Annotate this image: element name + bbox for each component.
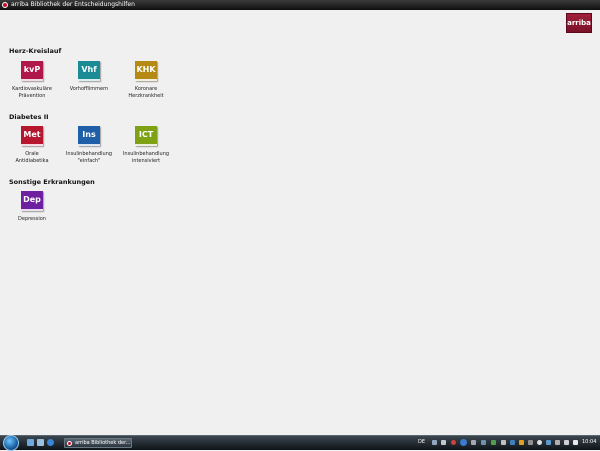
tray-network-icon[interactable] [471,440,476,445]
kvp-icon: kvP [21,61,43,81]
switch-windows-icon[interactable] [37,439,44,446]
tray-chevron-icon[interactable] [501,440,506,445]
tile-ins[interactable]: Ins Insulinbehandlung "einfach" [59,126,119,164]
start-button[interactable] [3,435,19,451]
tray-update-icon[interactable] [460,439,467,446]
tile-label: Orale Antidiabetika [15,151,49,164]
khk-icon: KHK [135,61,157,81]
ins-icon: Ins [78,126,100,146]
ict-icon: ICT [135,126,157,146]
tray-printer-icon[interactable] [481,440,486,445]
tray-keyboard-icon[interactable] [432,440,437,445]
main-content: arriba Herz-Kreislauf Diabetes II Sonsti… [0,10,600,435]
tray-clock-icon[interactable] [537,440,542,445]
tile-vhf[interactable]: Vhf Vorhofflimmern [59,61,119,93]
tray-device-icon[interactable] [491,440,496,445]
tile-label: Insulinbehandlung "einfach" [65,151,113,164]
section-title-diabetes: Diabetes II [9,113,49,121]
tile-dep[interactable]: Dep Depression [2,191,62,223]
arriba-task-icon [67,440,72,446]
tile-label: Vorhofflimmern [69,86,109,92]
tile-label: Depression [18,216,46,222]
vhf-icon: Vhf [78,61,100,81]
window-titlebar[interactable]: arriba Bibliothek der Entscheidungshilfe… [0,0,600,10]
tray-security-icon[interactable] [451,440,456,445]
tray-wifi-icon[interactable] [564,440,569,445]
tile-met[interactable]: Met Orale Antidiabetika [2,126,62,164]
tile-ict[interactable]: ICT Insulinbehandlung intensiviert [116,126,176,164]
tile-kvp[interactable]: kvP Kardiovaskuläre Prävention [2,61,62,99]
tray-app-icon[interactable] [441,440,446,445]
tray-battery-icon[interactable] [555,440,560,445]
section-title-herz-kreislauf: Herz-Kreislauf [9,47,62,55]
taskbar-button-arriba[interactable]: arriba Bibliothek der... [64,438,132,448]
arriba-app-icon [2,2,8,8]
section-title-sonstige: Sonstige Erkrankungen [9,178,95,186]
taskbar: arriba Bibliothek der... DE 10:04 [0,435,600,451]
tile-label: Kardiovaskuläre Prävention [12,86,52,99]
taskbar-button-label: arriba Bibliothek der... [75,440,131,446]
tile-khk[interactable]: KHK Koronare Herzkrankheit [116,61,176,99]
tile-label: Koronare Herzkrankheit [128,86,164,99]
language-indicator[interactable]: DE [418,439,425,445]
tray-warning-icon[interactable] [519,440,524,445]
tray-volume-icon[interactable] [573,440,578,445]
dep-icon: Dep [21,191,43,211]
tray-bluetooth-icon[interactable] [546,440,551,445]
tile-label: Insulinbehandlung intensiviert [122,151,170,164]
tray-usb-icon[interactable] [528,440,533,445]
arriba-logo: arriba [566,13,592,33]
window-title: arriba Bibliothek der Entscheidungshilfe… [11,1,135,8]
taskbar-clock[interactable]: 10:04 [582,439,596,445]
show-desktop-icon[interactable] [27,439,34,446]
tray-sync-icon[interactable] [510,440,515,445]
met-icon: Met [21,126,43,146]
internet-explorer-icon[interactable] [47,439,54,446]
